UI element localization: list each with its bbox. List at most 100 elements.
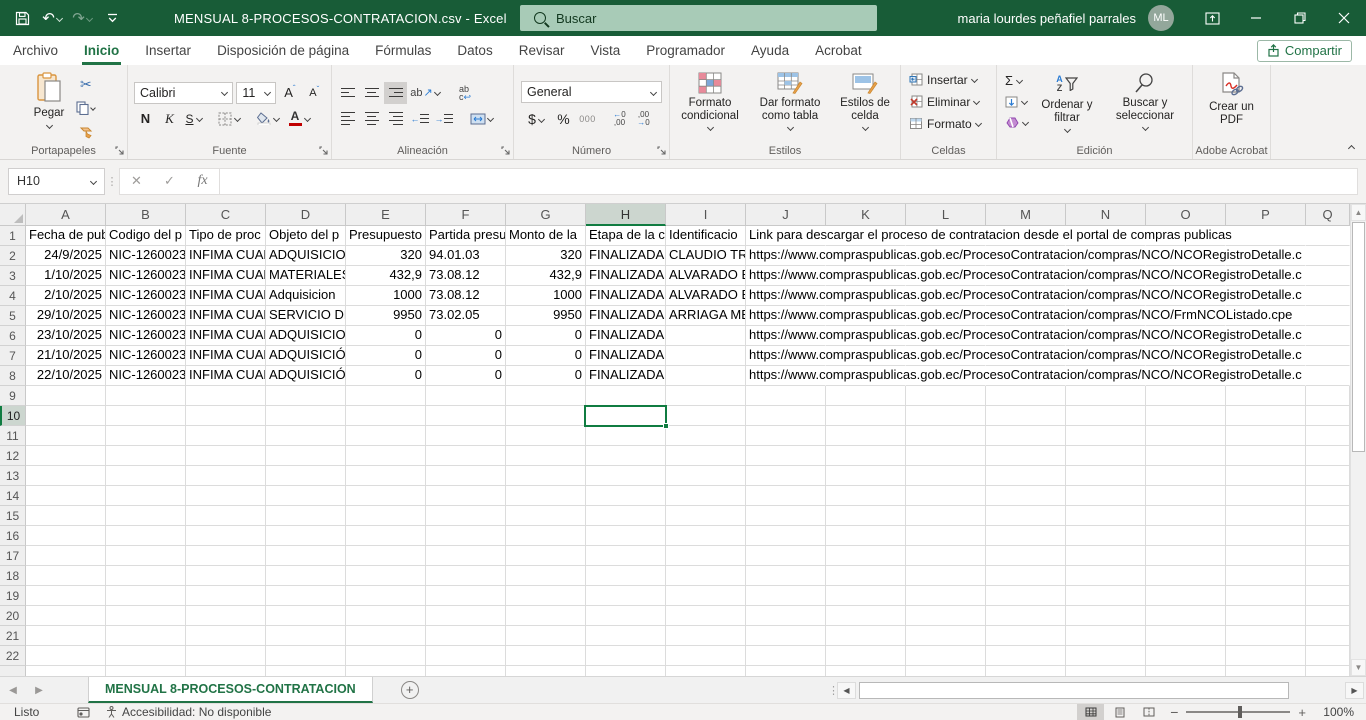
cell-I21[interactable] [666,626,746,646]
cell-G17[interactable] [506,546,586,566]
tab-programador[interactable]: Programador [633,36,738,65]
cell-P16[interactable] [1226,526,1306,546]
cell-N18[interactable] [1066,566,1146,586]
cell-K14[interactable] [826,486,906,506]
cell-C6[interactable]: INFIMA CUAN [186,326,266,346]
number-format-combo[interactable]: General [521,81,662,103]
cell-C12[interactable] [186,446,266,466]
cell-A9[interactable] [26,386,106,406]
cell-H8[interactable]: FINALIZADA [586,366,666,386]
row-header-3[interactable]: 3 [0,266,26,286]
cell-E22[interactable] [346,646,426,666]
cell-G21[interactable] [506,626,586,646]
cell-D2[interactable]: ADQUISICION [266,246,346,266]
cell-F22[interactable] [426,646,506,666]
cell-H22[interactable] [586,646,666,666]
cell-E14[interactable] [346,486,426,506]
cell-L22[interactable] [906,646,986,666]
cell-Q16[interactable] [1306,526,1350,546]
cell-I15[interactable] [666,506,746,526]
cell-C3[interactable]: INFIMA CUAN [186,266,266,286]
tab-archivo[interactable]: Archivo [0,36,71,65]
cell-D8[interactable]: ADQUISICIÓN [266,366,346,386]
cell-Q3[interactable] [1306,266,1350,286]
tab-insertar[interactable]: Insertar [132,36,204,65]
cell-P9[interactable] [1226,386,1306,406]
cell-I13[interactable] [666,466,746,486]
cell-P20[interactable] [1226,606,1306,626]
cell-P11[interactable] [1226,426,1306,446]
cell-N21[interactable] [1066,626,1146,646]
insert-cells-button[interactable]: Insertar [907,69,990,90]
cell-C4[interactable]: INFIMA CUAN [186,286,266,306]
cell-O12[interactable] [1146,446,1226,466]
cell-A21[interactable] [26,626,106,646]
cell-J4[interactable]: https://www.compraspublicas.gob.ec/Proce… [746,286,826,306]
cell-G22[interactable] [506,646,586,666]
cell-E9[interactable] [346,386,426,406]
cell-D18[interactable] [266,566,346,586]
column-header-D[interactable]: D [266,204,346,226]
cell-G20[interactable] [506,606,586,626]
ribbon-display-options-icon[interactable] [1190,0,1234,36]
cell-L17[interactable] [906,546,986,566]
cell-Q5[interactable] [1306,306,1350,326]
cell-C21[interactable] [186,626,266,646]
cell-I14[interactable] [666,486,746,506]
row-header-15[interactable]: 15 [0,506,26,526]
row-header-10[interactable]: 10 [0,406,26,426]
cell-I6[interactable] [666,326,746,346]
cell-G12[interactable] [506,446,586,466]
cell-O19[interactable] [1146,586,1226,606]
cell-H21[interactable] [586,626,666,646]
decrease-font-icon[interactable]: Aˇ [304,82,325,104]
cell-E19[interactable] [346,586,426,606]
cell-A1[interactable]: Fecha de pub [26,226,106,246]
cell-J13[interactable] [746,466,826,486]
zoom-in-icon[interactable]: + [1298,705,1306,720]
cell-D4[interactable]: Adquisicion [266,286,346,306]
cell-I1[interactable]: Identificacio [666,226,746,246]
cell-Q14[interactable] [1306,486,1350,506]
cell-I10[interactable] [666,406,746,426]
cell-A13[interactable] [26,466,106,486]
tab-datos[interactable]: Datos [444,36,505,65]
cell-C19[interactable] [186,586,266,606]
merge-center-icon[interactable] [464,108,498,130]
cell-O17[interactable] [1146,546,1226,566]
paste-button[interactable]: Pegar [30,69,69,143]
cell-J3[interactable]: https://www.compraspublicas.gob.ec/Proce… [746,266,826,286]
cell-N14[interactable] [1066,486,1146,506]
cell-J8[interactable]: https://www.compraspublicas.gob.ec/Proce… [746,366,826,386]
cell-J1[interactable]: Link para descargar el proceso de contra… [746,226,826,246]
cell-D13[interactable] [266,466,346,486]
cell-J19[interactable] [746,586,826,606]
close-button[interactable] [1322,0,1366,36]
alignment-dialog-launcher-icon[interactable] [499,144,511,156]
cell-I23[interactable] [666,666,746,676]
cell-E15[interactable] [346,506,426,526]
cell-B11[interactable] [106,426,186,446]
formula-bar-splitter[interactable]: ⋮ [105,175,119,188]
cell-A15[interactable] [26,506,106,526]
cell-P1[interactable] [1226,226,1306,246]
row-header-12[interactable]: 12 [0,446,26,466]
cell-A22[interactable] [26,646,106,666]
cell-F20[interactable] [426,606,506,626]
restore-button[interactable] [1278,0,1322,36]
cell-J11[interactable] [746,426,826,446]
cell-K20[interactable] [826,606,906,626]
cell-F17[interactable] [426,546,506,566]
tab-ayuda[interactable]: Ayuda [738,36,802,65]
column-header-P[interactable]: P [1226,204,1306,226]
cell-I20[interactable] [666,606,746,626]
tabbar-splitter[interactable]: ⋮ [828,684,835,697]
cell-L19[interactable] [906,586,986,606]
cell-O10[interactable] [1146,406,1226,426]
cell-N12[interactable] [1066,446,1146,466]
cell-K17[interactable] [826,546,906,566]
cell-F16[interactable] [426,526,506,546]
cell-D22[interactable] [266,646,346,666]
cell-H17[interactable] [586,546,666,566]
create-pdf-button[interactable]: Crear un PDF [1197,69,1267,142]
